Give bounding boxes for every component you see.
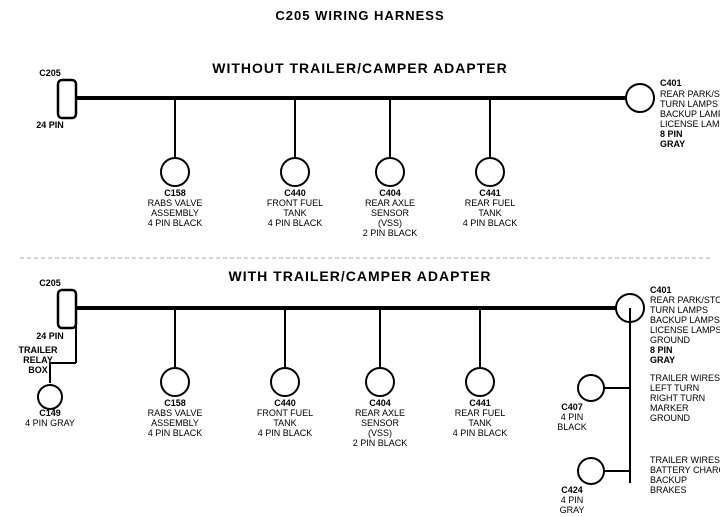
svg-text:TURN LAMPS: TURN LAMPS bbox=[660, 99, 718, 109]
svg-text:GRAY: GRAY bbox=[660, 139, 685, 149]
svg-text:BATTERY CHARGE: BATTERY CHARGE bbox=[650, 465, 720, 475]
svg-text:LICENSE LAMPS: LICENSE LAMPS bbox=[660, 119, 720, 129]
svg-text:C158: C158 bbox=[164, 398, 186, 408]
svg-text:MARKER: MARKER bbox=[650, 403, 689, 413]
svg-text:TANK: TANK bbox=[273, 418, 296, 428]
svg-text:C440: C440 bbox=[274, 398, 296, 408]
svg-text:(VSS): (VSS) bbox=[378, 218, 402, 228]
svg-text:C149: C149 bbox=[39, 408, 61, 418]
svg-text:C158: C158 bbox=[164, 188, 186, 198]
svg-text:C401: C401 bbox=[650, 285, 672, 295]
svg-text:REAR FUEL: REAR FUEL bbox=[465, 198, 516, 208]
svg-text:24 PIN: 24 PIN bbox=[36, 120, 64, 130]
svg-text:REAR PARK/STOP: REAR PARK/STOP bbox=[650, 295, 720, 305]
svg-text:2 PIN BLACK: 2 PIN BLACK bbox=[353, 438, 408, 448]
svg-text:2 PIN BLACK: 2 PIN BLACK bbox=[363, 228, 418, 238]
svg-text:TANK: TANK bbox=[468, 418, 491, 428]
svg-text:TANK: TANK bbox=[283, 208, 306, 218]
svg-text:4 PIN BLACK: 4 PIN BLACK bbox=[258, 428, 313, 438]
svg-text:REAR AXLE: REAR AXLE bbox=[355, 408, 405, 418]
svg-text:C407: C407 bbox=[561, 402, 583, 412]
svg-text:FRONT FUEL: FRONT FUEL bbox=[257, 408, 313, 418]
svg-text:REAR FUEL: REAR FUEL bbox=[455, 408, 506, 418]
svg-text:LEFT TURN: LEFT TURN bbox=[650, 383, 699, 393]
svg-text:RELAY: RELAY bbox=[23, 355, 53, 365]
svg-text:4 PIN: 4 PIN bbox=[561, 412, 584, 422]
svg-text:C205: C205 bbox=[39, 278, 61, 288]
svg-text:4 PIN BLACK: 4 PIN BLACK bbox=[148, 428, 203, 438]
svg-text:BOX: BOX bbox=[28, 365, 48, 375]
svg-text:ASSEMBLY: ASSEMBLY bbox=[151, 418, 199, 428]
svg-text:SENSOR: SENSOR bbox=[371, 208, 410, 218]
svg-text:GRAY: GRAY bbox=[650, 355, 675, 365]
svg-text:TURN LAMPS: TURN LAMPS bbox=[650, 305, 708, 315]
svg-text:RABS VALVE: RABS VALVE bbox=[148, 408, 203, 418]
svg-text:REAR PARK/STOP: REAR PARK/STOP bbox=[660, 89, 720, 99]
svg-text:BACKUP LAMPS: BACKUP LAMPS bbox=[660, 109, 720, 119]
svg-text:C441: C441 bbox=[479, 188, 501, 198]
svg-text:WITH TRAILER/CAMPER ADAPTER: WITH TRAILER/CAMPER ADAPTER bbox=[229, 268, 492, 284]
svg-text:C404: C404 bbox=[379, 188, 401, 198]
svg-text:REAR AXLE: REAR AXLE bbox=[365, 198, 415, 208]
svg-text:4 PIN BLACK: 4 PIN BLACK bbox=[268, 218, 323, 228]
svg-text:4 PIN GRAY: 4 PIN GRAY bbox=[25, 418, 75, 428]
svg-text:BACKUP: BACKUP bbox=[650, 475, 687, 485]
svg-text:LICENSE LAMPS: LICENSE LAMPS bbox=[650, 325, 720, 335]
svg-text:(VSS): (VSS) bbox=[368, 428, 392, 438]
svg-text:4 PIN BLACK: 4 PIN BLACK bbox=[463, 218, 518, 228]
svg-text:8 PIN: 8 PIN bbox=[650, 345, 673, 355]
svg-text:RIGHT TURN: RIGHT TURN bbox=[650, 393, 705, 403]
svg-text:4 PIN BLACK: 4 PIN BLACK bbox=[148, 218, 203, 228]
svg-text:TRAILER: TRAILER bbox=[19, 345, 58, 355]
svg-text:C401: C401 bbox=[660, 78, 682, 88]
svg-text:GROUND: GROUND bbox=[650, 413, 690, 423]
svg-text:BLACK: BLACK bbox=[557, 422, 587, 432]
svg-text:BRAKES: BRAKES bbox=[650, 485, 687, 495]
svg-text:ASSEMBLY: ASSEMBLY bbox=[151, 208, 199, 218]
svg-text:GROUND: GROUND bbox=[650, 335, 690, 345]
svg-text:24 PIN: 24 PIN bbox=[36, 331, 64, 341]
svg-text:C441: C441 bbox=[469, 398, 491, 408]
svg-text:GRAY: GRAY bbox=[560, 505, 585, 513]
svg-text:WITHOUT TRAILER/CAMPER ADAPTE: WITHOUT TRAILER/CAMPER ADAPTER bbox=[212, 60, 507, 76]
page-title: C205 WIRING HARNESS bbox=[0, 0, 720, 23]
svg-text:TRAILER WIRES: TRAILER WIRES bbox=[650, 455, 720, 465]
svg-text:8 PIN: 8 PIN bbox=[660, 129, 683, 139]
svg-text:BACKUP LAMPS: BACKUP LAMPS bbox=[650, 315, 720, 325]
svg-text:4 PIN BLACK: 4 PIN BLACK bbox=[453, 428, 508, 438]
svg-text:RABS VALVE: RABS VALVE bbox=[148, 198, 203, 208]
svg-text:C440: C440 bbox=[284, 188, 306, 198]
svg-text:SENSOR: SENSOR bbox=[361, 418, 400, 428]
svg-text:C205: C205 bbox=[39, 68, 61, 78]
svg-text:FRONT FUEL: FRONT FUEL bbox=[267, 198, 323, 208]
svg-text:4 PIN: 4 PIN bbox=[561, 495, 584, 505]
svg-text:C424: C424 bbox=[561, 485, 583, 495]
svg-text:TRAILER WIRES: TRAILER WIRES bbox=[650, 373, 720, 383]
svg-text:TANK: TANK bbox=[478, 208, 501, 218]
svg-text:C404: C404 bbox=[369, 398, 391, 408]
